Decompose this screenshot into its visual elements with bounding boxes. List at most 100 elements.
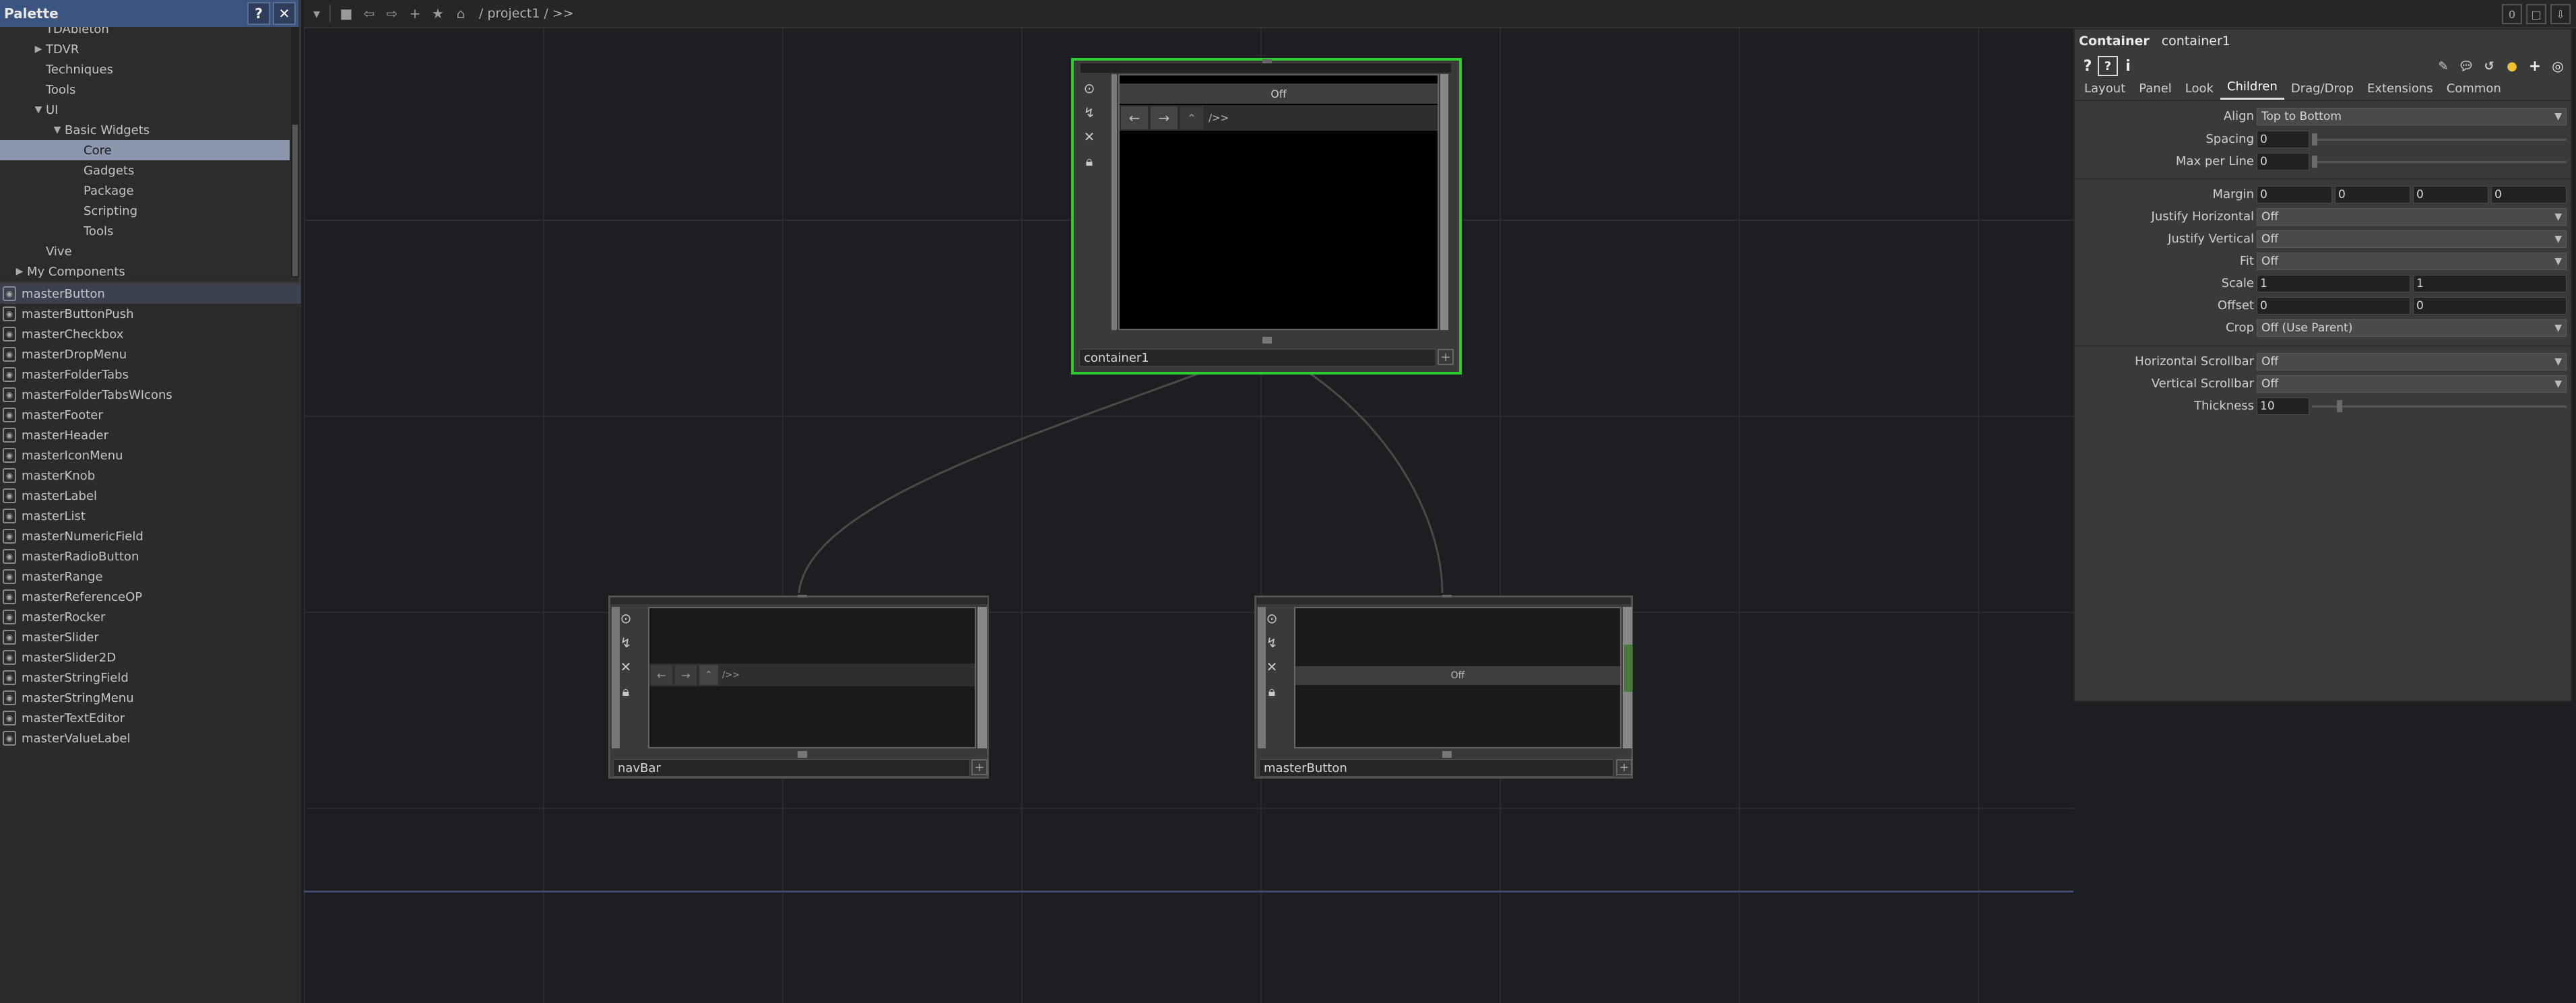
node-masterbutton[interactable]: ⊙ ↯ ✕ 🔒︎ Off masterButton + xyxy=(1254,595,1633,779)
add-parameter-icon[interactable]: + xyxy=(2525,56,2545,76)
bypass-icon[interactable]: ↯ xyxy=(1079,102,1099,123)
tab-look[interactable]: Look xyxy=(2179,82,2220,100)
comment-icon[interactable]: 💬︎ xyxy=(2456,56,2476,76)
palette-tree-scrollbar[interactable] xyxy=(291,27,299,278)
component-item[interactable]: ◉ masterNumericField xyxy=(0,526,301,546)
offset-x-field[interactable]: 0 xyxy=(2257,297,2410,315)
tree-item[interactable]: ▶ My Components xyxy=(0,261,290,278)
tree-item[interactable]: Gadgets xyxy=(0,160,290,181)
max-per-line-slider-track[interactable] xyxy=(2312,161,2567,163)
component-item[interactable]: ◉ masterIconMenu xyxy=(0,445,301,465)
component-item[interactable]: ◉ masterValueLabel xyxy=(0,728,301,748)
tree-item[interactable]: ▼ Basic Widgets xyxy=(0,120,290,140)
menu-dropdown-icon[interactable]: ▾ xyxy=(307,3,327,24)
component-item[interactable]: ◉ masterCheckbox xyxy=(0,324,301,344)
tree-item[interactable]: Tools xyxy=(0,221,290,241)
add-node-button[interactable]: + xyxy=(1438,349,1454,365)
spacing-slider-track[interactable] xyxy=(2312,139,2567,141)
network-path[interactable]: / project1 / >> xyxy=(479,6,574,21)
viewer-toggle-icon[interactable]: ⊙ xyxy=(1079,78,1099,98)
op-name-field[interactable]: container1 xyxy=(2162,34,2230,48)
component-item[interactable]: ◉ masterList xyxy=(0,506,301,526)
pane-menu-button[interactable]: ⇩ xyxy=(2550,4,2571,24)
forward-icon[interactable]: ⇨ xyxy=(382,3,402,24)
node-name-label[interactable]: container1 xyxy=(1079,349,1436,366)
close-icon[interactable]: ✕ xyxy=(1079,127,1099,147)
tab-extensions[interactable]: Extensions xyxy=(2360,82,2440,100)
help-icon[interactable]: ? xyxy=(2078,56,2098,76)
pencil-icon[interactable]: ✎ xyxy=(2433,56,2453,76)
component-item[interactable]: ◉ masterKnob xyxy=(0,465,301,486)
pane-count-button[interactable]: 0 xyxy=(2502,4,2522,24)
max-per-line-field[interactable]: 0 xyxy=(2257,153,2309,170)
node-output-connector[interactable] xyxy=(798,751,807,758)
component-item[interactable]: ◉ masterButtonPush xyxy=(0,304,301,324)
expand-arrow-icon[interactable]: ▼ xyxy=(50,125,65,135)
node-container1[interactable]: ⊙ ↯ ✕ 🔒︎ Off ← → ⌃ />> container1 + xyxy=(1071,58,1462,375)
scale-y-field[interactable]: 1 xyxy=(2413,275,2567,292)
maximize-pane-button[interactable]: □ xyxy=(2526,4,2546,24)
justify-horizontal-menu[interactable]: Off ▼ xyxy=(2257,208,2567,226)
component-item[interactable]: ◉ masterReferenceOP xyxy=(0,587,301,607)
component-item[interactable]: ◉ masterDropMenu xyxy=(0,344,301,364)
tab-children[interactable]: Children xyxy=(2220,79,2284,100)
nav-back-icon[interactable]: ← xyxy=(651,665,672,685)
python-help-icon[interactable]: ? xyxy=(2098,56,2118,76)
tab-panel[interactable]: Panel xyxy=(2132,82,2179,100)
component-item[interactable]: ◉ masterStringMenu xyxy=(0,688,301,708)
nav-up-icon[interactable]: ⌃ xyxy=(1180,106,1203,129)
palette-help-button[interactable]: ? xyxy=(247,2,270,25)
back-icon[interactable]: ⇦ xyxy=(359,3,379,24)
palette-close-button[interactable]: ✕ xyxy=(273,2,296,25)
tab-layout[interactable]: Layout xyxy=(2078,82,2132,100)
viewer-button[interactable]: Off xyxy=(1295,666,1620,685)
tree-item[interactable]: ▼ UI xyxy=(0,100,290,120)
thickness-field[interactable]: 10 xyxy=(2257,397,2309,415)
collapse-arrow-icon[interactable]: ▶ xyxy=(31,44,46,55)
tree-item[interactable]: Package xyxy=(0,181,290,201)
scale-x-field[interactable]: 1 xyxy=(2257,275,2410,292)
component-item[interactable]: ◉ masterRadioButton xyxy=(0,546,301,567)
tree-item[interactable]: TDAbleton xyxy=(0,27,290,39)
home-icon[interactable]: + xyxy=(405,3,425,24)
expand-arrow-icon[interactable]: ▼ xyxy=(31,104,46,115)
justify-vertical-menu[interactable]: Off ▼ xyxy=(2257,230,2567,248)
fit-menu[interactable]: Off ▼ xyxy=(2257,253,2567,270)
nav-back-icon[interactable]: ← xyxy=(1121,106,1148,129)
nav-forward-icon[interactable]: → xyxy=(1151,106,1178,129)
margin-top-field[interactable]: 0 xyxy=(2491,186,2567,203)
node-output-connector[interactable] xyxy=(1442,751,1452,758)
node-viewer[interactable]: ← → ⌃ />> xyxy=(648,607,976,748)
node-viewer[interactable]: Off ← → ⌃ />> xyxy=(1118,74,1439,330)
lock-icon[interactable]: 🔒︎ xyxy=(1079,151,1099,171)
undo-icon[interactable]: ↺ xyxy=(2479,56,2499,76)
spacing-field[interactable]: 0 xyxy=(2257,131,2309,148)
offset-y-field[interactable]: 0 xyxy=(2413,297,2567,315)
margin-bottom-field[interactable]: 0 xyxy=(2413,186,2488,203)
align-menu[interactable]: Top to Bottom ▼ xyxy=(2257,108,2567,125)
component-item[interactable]: ◉ masterStringField xyxy=(0,668,301,688)
node-navbar[interactable]: ⊙ ↯ ✕ 🔒︎ ← → ⌃ />> navBar + xyxy=(608,595,989,779)
component-item[interactable]: ◉ masterRocker xyxy=(0,607,301,627)
component-item[interactable]: ◉ masterRange xyxy=(0,567,301,587)
add-node-button[interactable]: + xyxy=(971,759,988,775)
python-icon[interactable]: ● xyxy=(2502,56,2522,76)
margin-left-field[interactable]: 0 xyxy=(2257,186,2332,203)
network-editor[interactable]: ⊙ ↯ ✕ 🔒︎ Off ← → ⌃ />> container1 + ⊙ ↯ … xyxy=(304,28,2073,1003)
vertical-scrollbar-menu[interactable]: Off ▼ xyxy=(2257,375,2567,393)
component-item[interactable]: ◉ masterSlider xyxy=(0,627,301,647)
component-item[interactable]: ◉ masterHeader xyxy=(0,425,301,445)
node-viewer[interactable]: Off xyxy=(1294,607,1621,748)
component-item[interactable]: ◉ masterTextEditor xyxy=(0,708,301,728)
horizontal-scrollbar-menu[interactable]: Off ▼ xyxy=(2257,353,2567,370)
node-name-label[interactable]: masterButton xyxy=(1259,759,1613,777)
stop-icon[interactable]: ■ xyxy=(336,3,356,24)
tree-item[interactable]: Scripting xyxy=(0,201,290,221)
margin-right-field[interactable]: 0 xyxy=(2335,186,2410,203)
thickness-slider-track[interactable] xyxy=(2312,406,2567,408)
tab-dragdrop[interactable]: Drag/Drop xyxy=(2284,82,2360,100)
tree-item[interactable]: Vive xyxy=(0,241,290,261)
bookmark-icon[interactable]: ★ xyxy=(428,3,448,24)
thickness-slider-handle[interactable] xyxy=(2337,400,2342,412)
component-item[interactable]: ◉ masterFolderTabsWIcons xyxy=(0,385,301,405)
